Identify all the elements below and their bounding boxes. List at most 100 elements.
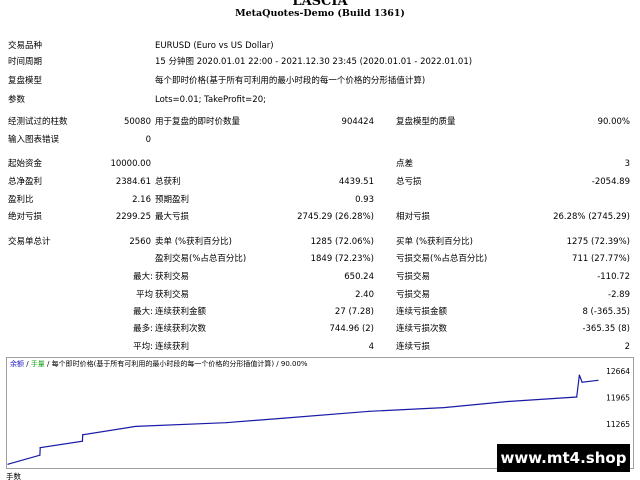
balance-point xyxy=(225,422,227,424)
net-row: 总净盈利 2384.61 总获利 4439.51 总亏损 -2054.89 xyxy=(0,174,640,190)
max-label: 最大: xyxy=(133,272,153,282)
deposit-value: 10000.00 xyxy=(110,159,151,169)
average-row: 平均 获利交易 2.40 亏损交易 -2.89 xyxy=(0,287,640,303)
profit-trades-label: 盈利交易(%占总百分比) xyxy=(155,254,247,264)
bars-row: 经测试过的柱数 50080 用于复盘的即时价数量 904424 复盘模型的质量 … xyxy=(0,114,640,130)
balance-point xyxy=(578,374,580,376)
symbol-label: 交易品种 xyxy=(8,41,43,51)
y-tick-label: 12664 xyxy=(606,367,630,376)
balance-point xyxy=(81,440,84,442)
y-tick-label: 11265 xyxy=(606,420,630,429)
most-consecutive-row: 最多: 连续获利次数 744.96 (2) 连续亏损次数 -365.35 (8) xyxy=(0,321,640,337)
balance-point xyxy=(368,410,371,412)
avg-profit-value: 2.40 xyxy=(355,290,374,300)
y-tick-label: 11965 xyxy=(606,394,630,403)
spread-label: 点差 xyxy=(396,159,414,169)
payoff-value: 0.93 xyxy=(355,195,374,205)
period-label: 时间周期 xyxy=(8,57,43,67)
gross-profit-label: 总获利 xyxy=(155,177,181,187)
gross-profit-value: 4439.51 xyxy=(338,177,374,187)
loss-trades-label: 亏损交易(%占总百分比) xyxy=(396,254,488,264)
max-dd-value: 2745.29 (26.28%) xyxy=(297,212,374,222)
watermark: www.mt4.shop xyxy=(497,444,630,472)
avg-label: 平均 xyxy=(135,290,153,300)
largest-loss-label: 亏损交易 xyxy=(396,272,431,282)
cons-wins-label: 连续获利金额 xyxy=(155,307,207,317)
gross-loss-value: -2054.89 xyxy=(591,177,630,187)
params-label: 参数 xyxy=(8,95,26,105)
symbol-row: 交易品种 EURUSD (Euro vs US Dollar) xyxy=(0,38,640,54)
avg-consecutive-row: 平均: 连续获利 4 连续亏损 2 xyxy=(0,339,640,355)
period-row: 时间周期 15 分钟图 2020.01.01 22:00 - 2021.12.3… xyxy=(0,54,640,70)
largest-profit-value: 650.24 xyxy=(344,272,374,282)
spread-value: 3 xyxy=(624,159,630,169)
largest-loss-value: -110.72 xyxy=(597,272,630,282)
pf-row: 盈利比 2.16 预期盈利 0.93 xyxy=(0,192,640,208)
abs-dd-value: 2299.25 xyxy=(115,212,151,222)
most-label: 最多: xyxy=(133,324,153,334)
long-value: 1275 (72.39%) xyxy=(566,237,630,247)
profit-loss-trades-row: 盈利交易(%占总百分比) 1849 (72.23%) 亏损交易(%占总百分比) … xyxy=(0,251,640,267)
total-trades-label: 交易单总计 xyxy=(8,237,51,247)
cons-losses-label: 连续亏损金额 xyxy=(396,307,448,317)
cons-losses-value: 8 (-365.35) xyxy=(582,307,630,317)
pf-label: 盈利比 xyxy=(8,195,34,205)
cons-wins-value: 27 (7.28) xyxy=(334,307,374,317)
balance-point xyxy=(82,434,84,436)
cons-profit-value: 744.96 (2) xyxy=(329,324,374,334)
loss-trades-value: 711 (27.77%) xyxy=(572,254,630,264)
balance-point xyxy=(283,417,285,419)
avg-cons-wins-label: 连续获利 xyxy=(155,342,190,352)
largest-row: 最大: 获利交易 650.24 亏损交易 -110.72 xyxy=(0,269,640,285)
balance-point xyxy=(581,381,583,383)
avg-cons-wins-value: 4 xyxy=(368,342,374,352)
payoff-label: 预期盈利 xyxy=(155,195,190,205)
symbol-value: EURUSD (Euro vs US Dollar) xyxy=(155,41,274,51)
cons-profit-label: 连续获利次数 xyxy=(155,324,207,334)
errors-label: 输入图表错误 xyxy=(8,135,60,145)
balance-point xyxy=(39,454,41,456)
profit-trades-value: 1849 (72.23%) xyxy=(310,254,374,264)
max-consecutive-row: 最大: 连续获利金额 27 (7.28) 连续亏损金额 8 (-365.35) xyxy=(0,304,640,320)
long-label: 买单 (%获利百分比) xyxy=(396,237,473,247)
params-value: Lots=0.01; TakeProfit=20; xyxy=(155,95,266,105)
balance-point xyxy=(576,396,578,398)
max2-label: 最大: xyxy=(133,307,153,317)
bars-label: 经测试过的柱数 xyxy=(8,117,68,127)
gross-loss-label: 总亏损 xyxy=(396,177,422,187)
trades-row: 交易单总计 2560 卖单 (%获利百分比) 1285 (72.06%) 买单 … xyxy=(0,234,640,250)
avg-profit-label: 获利交易 xyxy=(155,290,190,300)
avg-loss-value: -2.89 xyxy=(608,290,630,300)
largest-profit-label: 获利交易 xyxy=(155,272,190,282)
report-subtitle: MetaQuotes-Demo (Build 1361) xyxy=(235,8,405,19)
ticks-value: 904424 xyxy=(341,117,374,127)
pf-value: 2.16 xyxy=(132,195,151,205)
errors-row: 输入图表错误 0 xyxy=(0,132,640,148)
avg-loss-label: 亏损交易 xyxy=(396,290,431,300)
balance-point xyxy=(7,463,9,465)
rel-dd-label: 相对亏损 xyxy=(396,212,431,222)
quality-label: 复盘模型的质量 xyxy=(396,117,456,127)
avg2-label: 平均: xyxy=(133,342,153,352)
quality-value: 90.00% xyxy=(597,117,630,127)
total-trades-value: 2560 xyxy=(129,237,151,247)
deposit-label: 起始资金 xyxy=(8,159,43,169)
drawdown-row: 绝对亏损 2299.25 最大亏损 2745.29 (26.28%) 相对亏损 … xyxy=(0,209,640,225)
model-row: 复盘模型 每个即时价格(基于所有可利用的最小时段的每一个价格的分形插值计算) xyxy=(0,73,640,89)
model-label: 复盘模型 xyxy=(8,76,43,86)
period-value: 15 分钟图 2020.01.01 22:00 - 2021.12.30 23:… xyxy=(155,57,473,67)
errors-value: 0 xyxy=(145,135,151,145)
balance-point xyxy=(443,406,445,409)
deposit-row: 起始资金 10000.00 点差 3 xyxy=(0,156,640,172)
short-value: 1285 (72.06%) xyxy=(310,237,374,247)
rel-dd-value: 26.28% (2745.29) xyxy=(553,212,630,222)
abs-dd-label: 绝对亏损 xyxy=(8,212,43,222)
model-value: 每个即时价格(基于所有可利用的最小时段的每一个价格的分形插值计算) xyxy=(155,76,426,86)
balance-point xyxy=(134,425,137,428)
avg-cons-losses-label: 连续亏损 xyxy=(396,342,431,352)
cons-loss-label: 连续亏损次数 xyxy=(396,324,448,334)
max-dd-label: 最大亏损 xyxy=(155,212,190,222)
avg-cons-losses-value: 2 xyxy=(624,342,630,352)
net-value: 2384.61 xyxy=(115,177,151,187)
ticks-label: 用于复盘的即时价数量 xyxy=(155,117,241,127)
